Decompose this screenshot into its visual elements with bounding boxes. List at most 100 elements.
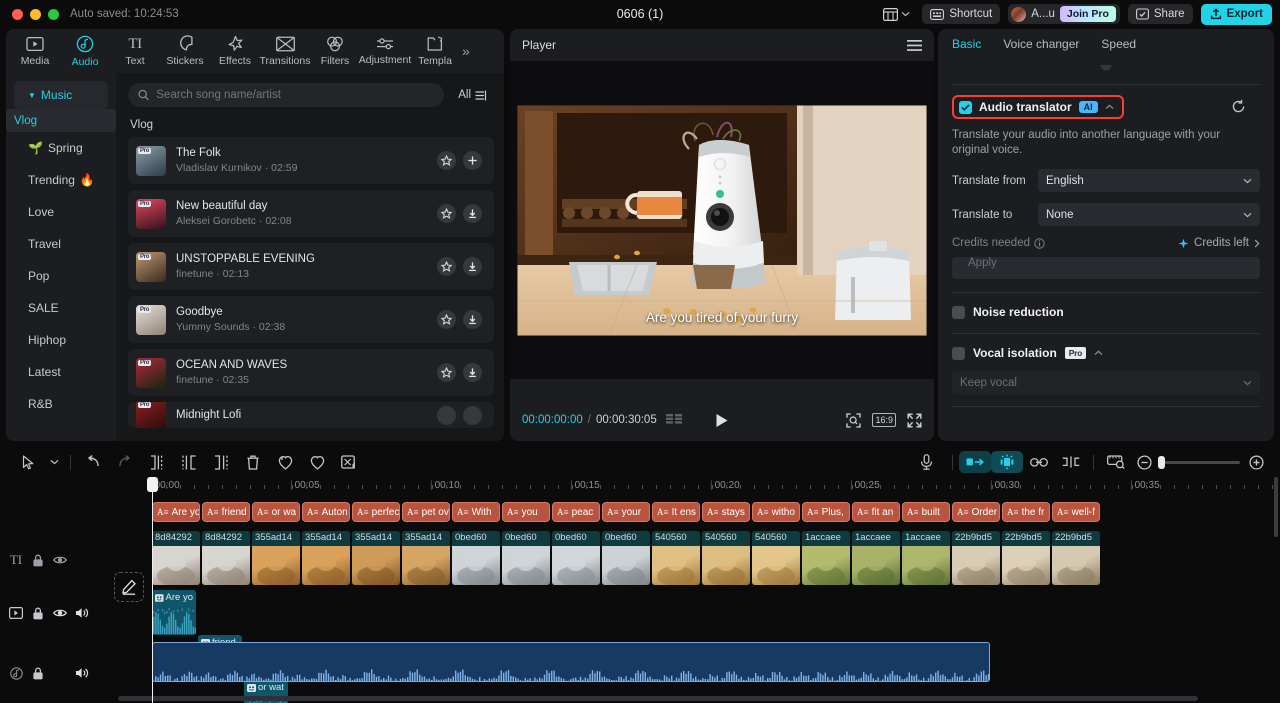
tool-adjustment[interactable]: Adjustment xyxy=(360,37,410,66)
download-song-button[interactable] xyxy=(463,363,482,382)
favorite-button[interactable] xyxy=(437,363,456,382)
search-box[interactable] xyxy=(128,83,444,107)
snap-button[interactable] xyxy=(1055,451,1087,473)
text-segment[interactable]: A≡perfec xyxy=(352,502,400,522)
timeline-vertical-scrollbar[interactable] xyxy=(1274,477,1278,537)
video-segment[interactable]: 1accaee xyxy=(802,531,850,585)
list-item[interactable]: Pro UNSTOPPABLE EVENING finetune · 02:13 xyxy=(128,243,494,290)
category-trending[interactable]: Trending🔥 xyxy=(6,164,116,196)
volume-icon[interactable] xyxy=(74,665,90,681)
zoom-out-button[interactable] xyxy=(1132,451,1156,473)
undo-button[interactable] xyxy=(77,451,109,473)
video-segment[interactable]: 8d84292 xyxy=(152,531,200,585)
account-chip[interactable]: A...u Join Pro xyxy=(1008,4,1120,24)
minimize-window-icon[interactable] xyxy=(30,9,41,20)
link-button[interactable] xyxy=(1023,451,1055,473)
video-segment[interactable]: 22b9bd5 xyxy=(952,531,1000,585)
add-song-button[interactable] xyxy=(463,151,482,170)
noise-reduction-checkbox[interactable] xyxy=(952,306,965,319)
close-window-icon[interactable] xyxy=(12,9,23,20)
text-segment[interactable]: A≡With xyxy=(452,502,500,522)
video-segment[interactable]: 22b9bd5 xyxy=(1002,531,1050,585)
chevron-up-icon[interactable] xyxy=(1105,104,1114,110)
text-segment[interactable]: A≡Plus, xyxy=(802,502,850,522)
share-button[interactable]: Share xyxy=(1128,4,1193,24)
magnetic-button[interactable] xyxy=(991,451,1023,473)
trim-left-button[interactable] xyxy=(173,451,205,473)
lock-icon[interactable] xyxy=(30,552,46,568)
list-item[interactable]: Pro OCEAN AND WAVES finetune · 02:35 xyxy=(128,349,494,396)
text-segment[interactable]: A≡peac xyxy=(552,502,600,522)
category-music[interactable]: ▼ Music xyxy=(14,81,108,109)
download-song-button[interactable] xyxy=(463,310,482,329)
lock-icon[interactable] xyxy=(30,605,46,621)
video-segment[interactable]: 355ad14 xyxy=(302,531,350,585)
vocal-isolation-row[interactable]: Vocal isolation Pro xyxy=(952,346,1260,360)
favorite-button[interactable] xyxy=(437,406,456,425)
favorite-button[interactable] xyxy=(437,151,456,170)
freeze-button[interactable] xyxy=(269,451,301,473)
audio-translator-header[interactable]: Audio translator AI xyxy=(952,95,1124,119)
auto-captions-button[interactable] xyxy=(959,451,991,473)
text-segment[interactable]: A≡friend xyxy=(202,502,250,522)
zoom-slider-handle[interactable] xyxy=(1158,456,1165,469)
frames-icon[interactable] xyxy=(666,414,683,426)
visibility-icon[interactable] xyxy=(52,552,68,568)
vocal-mode-select[interactable]: Keep vocal xyxy=(952,371,1260,394)
video-segment[interactable]: 355ad14 xyxy=(352,531,400,585)
fullscreen-icon[interactable] xyxy=(907,413,922,428)
category-latest[interactable]: Latest xyxy=(6,356,116,388)
reset-button[interactable] xyxy=(1231,99,1246,114)
tool-template[interactable]: Templa xyxy=(410,36,460,67)
current-time[interactable]: 00:00:00:00 xyxy=(522,414,583,426)
layout-button[interactable] xyxy=(879,8,914,21)
video-segment[interactable]: 540560 xyxy=(652,531,700,585)
text-segment[interactable]: A≡your xyxy=(602,502,650,522)
favorite-button[interactable] xyxy=(437,310,456,329)
text-segment[interactable]: A≡the fr xyxy=(1002,502,1050,522)
video-segment[interactable]: 0bed60 xyxy=(452,531,500,585)
tab-voice-changer[interactable]: Voice changer xyxy=(1003,37,1079,51)
text-segment[interactable]: A≡fit an xyxy=(852,502,900,522)
text-segment[interactable]: A≡witho xyxy=(752,502,800,522)
category-vlog[interactable]: Vlog xyxy=(6,109,116,132)
zoom-fit-icon[interactable] xyxy=(846,413,861,428)
video-segment[interactable]: 355ad14 xyxy=(252,531,300,585)
text-segment[interactable]: A≡Order xyxy=(952,502,1000,522)
tool-filters[interactable]: Filters xyxy=(310,36,360,67)
category-love[interactable]: Love xyxy=(6,196,116,228)
list-item[interactable]: Pro Goodbye Yummy Sounds · 02:38 xyxy=(128,296,494,343)
apply-button[interactable]: Apply xyxy=(952,257,1260,279)
tab-basic[interactable]: Basic xyxy=(952,37,981,51)
tool-text[interactable]: TI Text xyxy=(110,36,160,67)
tool-stickers[interactable]: Stickers xyxy=(160,35,210,67)
visibility-icon[interactable] xyxy=(52,605,68,621)
download-song-button[interactable] xyxy=(463,257,482,276)
tab-speed[interactable]: Speed xyxy=(1101,37,1136,51)
tool-transitions[interactable]: Transitions xyxy=(260,36,310,67)
more-tools-icon[interactable]: » xyxy=(462,43,470,59)
preview-quality-button[interactable] xyxy=(1100,451,1132,473)
text-segment[interactable]: A≡stays xyxy=(702,502,750,522)
filter-all-button[interactable]: All xyxy=(452,84,494,106)
music-clip[interactable] xyxy=(152,642,990,682)
text-segment[interactable]: A≡Auton xyxy=(302,502,350,522)
category-travel[interactable]: Travel xyxy=(6,228,116,260)
chevron-up-icon[interactable] xyxy=(1094,350,1103,356)
lock-icon[interactable] xyxy=(30,665,46,681)
favorite-button[interactable] xyxy=(437,204,456,223)
shortcut-button[interactable]: Shortcut xyxy=(922,4,1000,24)
translate-from-select[interactable]: English xyxy=(1038,169,1260,192)
text-segment[interactable]: A≡you xyxy=(502,502,550,522)
zoom-slider[interactable] xyxy=(1160,461,1240,464)
aspect-ratio-button[interactable]: 16:9 xyxy=(872,413,896,427)
info-icon[interactable] xyxy=(1034,238,1045,249)
audio-track[interactable]: Are yofriendor watAutomperfecpet ovWithy… xyxy=(152,590,1072,635)
download-song-button[interactable] xyxy=(463,204,482,223)
timeline-horizontal-scrollbar[interactable] xyxy=(118,696,1198,701)
video-segment[interactable]: 22b9bd5 xyxy=(1052,531,1100,585)
video-segment[interactable]: 0bed60 xyxy=(502,531,550,585)
search-input[interactable] xyxy=(156,89,434,101)
category-pop[interactable]: Pop xyxy=(6,260,116,292)
split-button[interactable] xyxy=(141,451,173,473)
